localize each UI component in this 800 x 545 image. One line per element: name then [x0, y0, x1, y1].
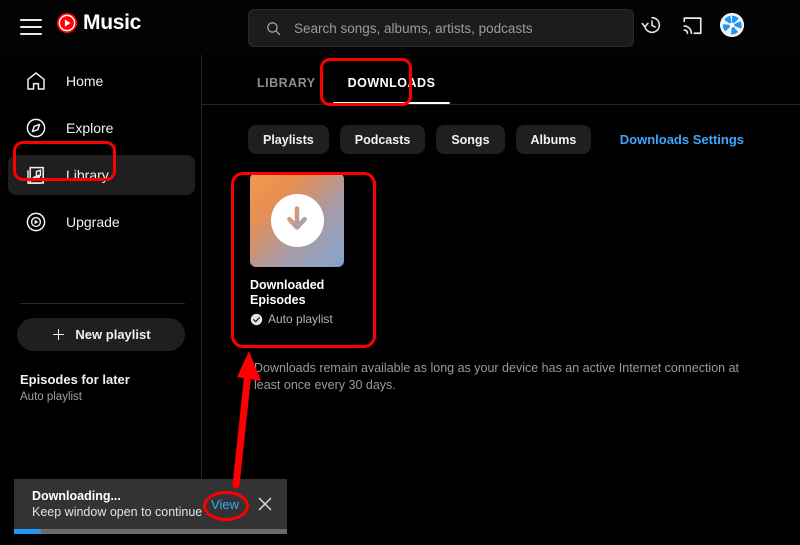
- search-input[interactable]: [294, 20, 614, 36]
- chip-playlists[interactable]: Playlists: [248, 125, 329, 154]
- chip-label: Podcasts: [354, 132, 411, 147]
- chip-podcasts[interactable]: Podcasts: [339, 125, 426, 154]
- new-playlist-button[interactable]: New playlist: [17, 318, 185, 351]
- hamburger-menu-icon[interactable]: [20, 16, 44, 38]
- search-bar[interactable]: [248, 9, 634, 47]
- chip-albums[interactable]: Albums: [515, 125, 592, 154]
- toast-view-link[interactable]: View: [211, 497, 239, 512]
- search-icon: [267, 21, 281, 35]
- chip-label: Playlists: [263, 132, 314, 147]
- downloads-settings-link[interactable]: Downloads Settings: [620, 132, 744, 147]
- compass-icon: [26, 118, 46, 138]
- tab-label: DOWNLOADS: [347, 76, 436, 90]
- episodes-for-later-title: Episodes for later: [20, 372, 130, 387]
- history-icon[interactable]: [641, 14, 663, 36]
- chip-label: Songs: [451, 132, 490, 147]
- episodes-for-later-item[interactable]: Episodes for later Auto playlist: [20, 371, 130, 405]
- card-thumbnail: [250, 173, 344, 267]
- sidebar-item-library[interactable]: Library: [8, 155, 195, 195]
- chip-songs[interactable]: Songs: [436, 125, 505, 154]
- content-tabs: LIBRARY DOWNLOADS: [248, 65, 459, 104]
- card-subtitle: Auto playlist: [268, 312, 333, 326]
- download-progress-bar: [14, 529, 287, 534]
- episodes-for-later-subtitle: Auto playlist: [20, 391, 83, 403]
- tab-label: LIBRARY: [257, 76, 316, 90]
- toast-message: Keep window open to continue: [32, 504, 203, 519]
- app-logo[interactable]: Music: [56, 12, 141, 34]
- toast-text-group: Downloading... Keep window open to conti…: [32, 488, 202, 521]
- app-window: Music Search songs, albums, artists, pod…: [0, 0, 800, 545]
- card-subtitle-row: Auto playlist: [250, 312, 380, 326]
- check-circle-icon: [250, 313, 263, 325]
- tab-downloads[interactable]: DOWNLOADS: [325, 65, 459, 104]
- sidebar: Home Explore Library Upgrade New playlis…: [0, 55, 201, 545]
- downloads-note: Downloads remain available as long as yo…: [254, 361, 740, 392]
- sidebar-item-label: Upgrade: [66, 214, 120, 230]
- main-content: LIBRARY DOWNLOADS Playlists Podcasts Son…: [202, 55, 800, 545]
- sidebar-item-label: Home: [66, 73, 104, 89]
- card-title: Downloaded Episodes: [250, 278, 325, 307]
- sidebar-divider: [20, 303, 185, 304]
- youtube-music-logo-icon: [56, 12, 78, 34]
- top-bar: Music: [0, 0, 800, 55]
- avatar-image: [720, 13, 744, 37]
- upgrade-icon: [26, 212, 46, 232]
- sidebar-item-label: Explore: [66, 120, 114, 136]
- home-icon: [27, 72, 45, 90]
- toast-title: Downloading...: [32, 488, 121, 503]
- cast-icon[interactable]: [681, 14, 704, 36]
- download-badge: [270, 193, 324, 247]
- tabs-divider: [202, 104, 800, 105]
- tab-library[interactable]: LIBRARY: [248, 65, 325, 101]
- download-toast: Downloading... Keep window open to conti…: [14, 479, 287, 529]
- close-icon[interactable]: [256, 495, 274, 513]
- download-arrow-icon: [287, 206, 307, 230]
- sidebar-item-home[interactable]: Home: [8, 61, 195, 101]
- download-progress-fill: [14, 529, 42, 534]
- downloaded-episodes-card[interactable]: Downloaded Episodes Auto playlist: [250, 173, 380, 326]
- sidebar-item-explore[interactable]: Explore: [8, 108, 195, 148]
- library-icon: [27, 166, 44, 184]
- sidebar-item-upgrade[interactable]: Upgrade: [8, 202, 195, 242]
- plus-icon: [53, 328, 65, 341]
- sidebar-item-label: Library: [66, 167, 109, 183]
- avatar[interactable]: [720, 13, 744, 37]
- filter-chips: Playlists Podcasts Songs Albums: [248, 125, 592, 154]
- chip-label: Albums: [530, 132, 577, 147]
- app-title: Music: [83, 11, 142, 34]
- new-playlist-label: New playlist: [75, 327, 151, 342]
